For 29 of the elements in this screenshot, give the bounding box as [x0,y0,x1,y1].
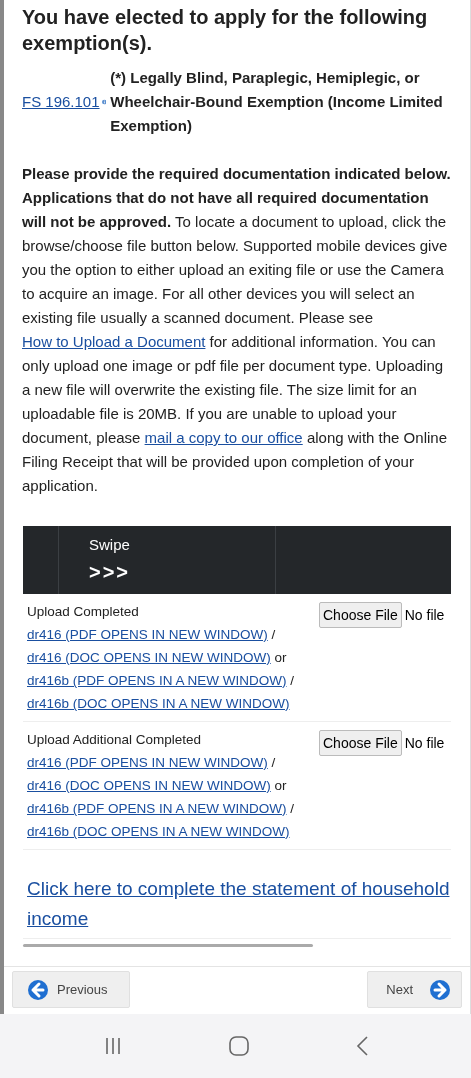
file-status: No file [404,606,445,625]
household-income-link[interactable]: Click here to complete the statement of household income [27,874,451,934]
swipe-label: Swipe [89,535,131,555]
upload-label: Upload Additional Completed dr416 (PDF OPENS IN NEW WINDOW) / dr416 (DOC OPENS IN NEW WINDOW) or dr416b (PDF OPENS IN A NEW WINDOW) / dr416b (DOC OPENS IN A NEW WINDOW) [27,731,296,841]
document-link[interactable]: mail a copy to our office [144,429,303,446]
exemption-name: (*) Legally Blind, Paraplegic, Hemiplegic, or Wheelchair-Bound Exemption (Income Limited Exemption) [110,68,444,136]
document-link[interactable]: dr416b (DOC OPENS IN A NEW WINDOW) [27,696,290,711]
document-link[interactable]: dr416 (PDF OPENS IN NEW WINDOW) [27,627,268,642]
document-link[interactable]: dr416 (DOC OPENS IN NEW WINDOW) [27,778,271,793]
next-button[interactable]: Next [367,971,462,1008]
page-heading: You have elected to apply for the following exemption(s). [22,5,429,56]
document-link[interactable]: dr416 (DOC OPENS IN NEW WINDOW) [27,650,271,665]
swipe-arrows: >>> [89,559,132,585]
document-link[interactable]: How to Upload a Document [22,333,206,350]
document-link[interactable]: dr416b (DOC OPENS IN A NEW WINDOW) [27,824,290,839]
instructions-text: Please provide the required documentation indicated below. Applications that do not have all required documentation will not be approved. To locate a document to upload, click the browse/choose file button below. Supported mobile devices give you the option to either upload an exiting file or use the Camera to acquire an image. For all other devices you will select an existing file usually a scanned document. Please see How to Upload a Document for additional information. You can only upload one image or pdf file per document type. Uploading a new file will overwrite the existing file. The size limit for an uploadable file is 20MB. If you are unable to upload your document, please mail a copy to our office along with the Online Filing Receipt that will be provided upon completion of your application. [22,164,452,496]
info-icon[interactable] [101,97,107,107]
document-link[interactable]: dr416b (PDF OPENS IN A NEW WINDOW) [27,673,287,688]
document-link[interactable]: dr416 (PDF OPENS IN NEW WINDOW) [27,755,268,770]
scrollbar[interactable] [23,944,313,947]
upload-label: Upload Completed dr416 (PDF OPENS IN NEW WINDOW) / dr416 (DOC OPENS IN NEW WINDOW) or dr416b (PDF OPENS IN A NEW WINDOW) / dr416b (DOC OPENS IN A NEW WINDOW) [27,603,296,713]
back-icon[interactable] [354,1035,369,1057]
previous-button[interactable]: Previous [12,971,130,1008]
home-icon[interactable] [227,1035,250,1057]
file-status: No file [404,734,445,753]
choose-file-button[interactable]: Choose File [319,602,402,628]
choose-file-button[interactable]: Choose File [319,730,402,756]
statute-link[interactable]: FS 196.101 [22,90,100,114]
document-link[interactable]: dr416b (PDF OPENS IN A NEW WINDOW) [27,801,287,816]
